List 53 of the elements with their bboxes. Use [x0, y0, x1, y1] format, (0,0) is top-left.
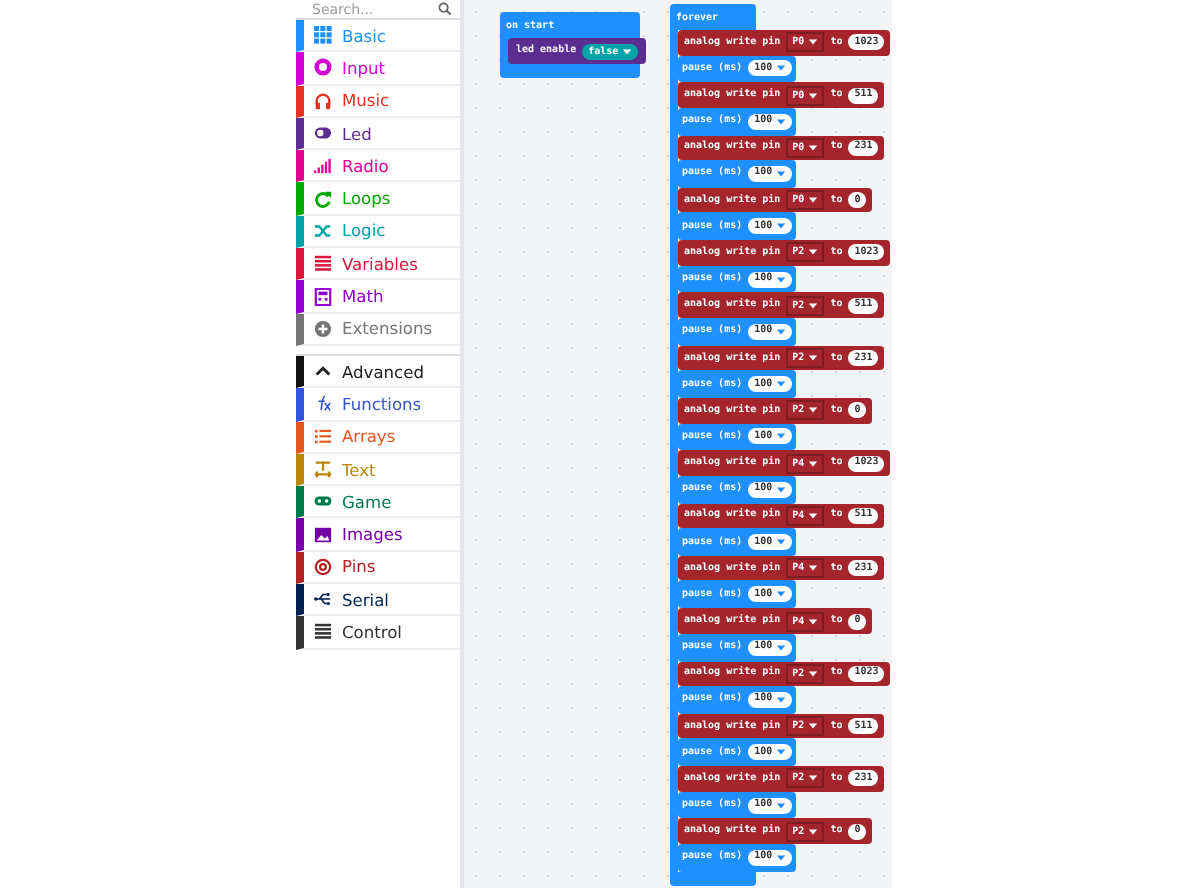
- usb-icon: [314, 590, 332, 609]
- dropdown-arrow-icon: [776, 275, 787, 284]
- lines-icon: [314, 622, 332, 641]
- toggle-icon: [314, 124, 332, 143]
- shuffle-icon: [314, 221, 332, 240]
- dropdown-arrow-icon: [808, 143, 819, 152]
- dropdown-arrow-icon: [776, 117, 787, 126]
- dropdown-arrow-icon: [808, 722, 819, 731]
- dropdown-arrow-icon: [808, 196, 819, 205]
- dropdown-arrow-icon: [776, 169, 787, 178]
- list-icon: [314, 427, 332, 446]
- dropdown-arrow-icon: [808, 827, 819, 836]
- dropdown-arrow-icon: [776, 485, 787, 494]
- signal-icon: [314, 156, 332, 175]
- dropdown-arrow-icon: [808, 669, 819, 678]
- dropdown-arrow-icon: [622, 47, 633, 55]
- dropdown-arrow-icon: [808, 406, 819, 415]
- dropdown-arrow-icon: [776, 695, 787, 704]
- dropdown-arrow-icon: [776, 327, 787, 336]
- dropdown-arrow-icon: [776, 853, 787, 862]
- circle-icon: [314, 58, 332, 77]
- target-icon: [314, 557, 332, 576]
- dropdown-arrow-icon: [776, 538, 787, 547]
- calculator-icon: [314, 287, 332, 306]
- dropdown-arrow-icon: [808, 91, 819, 100]
- dropdown-arrow-icon: [776, 643, 787, 652]
- dropdown-arrow-icon: [808, 354, 819, 363]
- search-icon: [438, 2, 452, 16]
- dropdown-arrow-icon: [776, 380, 787, 389]
- image-icon: [314, 525, 332, 544]
- function-icon: [314, 394, 332, 413]
- dropdown-arrow-icon: [776, 590, 787, 599]
- dropdown-arrow-icon: [808, 564, 819, 573]
- caret-icon: [314, 362, 332, 381]
- dropdown-arrow-icon: [808, 301, 819, 310]
- dropdown-arrow-icon: [808, 248, 819, 257]
- dropdown-arrow-icon: [776, 222, 787, 231]
- dropdown-arrow-icon: [776, 64, 787, 73]
- gamepad-icon: [314, 492, 332, 511]
- dropdown-arrow-icon: [808, 774, 819, 783]
- dropdown-arrow-icon: [808, 38, 819, 47]
- grid-icon: [314, 26, 332, 45]
- dropdown-arrow-icon: [808, 459, 819, 468]
- dropdown-arrow-icon: [808, 511, 819, 520]
- dropdown-arrow-icon: [776, 432, 787, 441]
- loop-icon: [314, 189, 332, 208]
- headphones-icon: [314, 91, 332, 110]
- dropdown-arrow-icon: [808, 617, 819, 626]
- text-icon: [314, 460, 332, 478]
- lines-icon: [314, 254, 332, 273]
- dropdown-arrow-icon: [776, 801, 787, 810]
- plus-circle-icon: [314, 319, 332, 338]
- dropdown-arrow-icon: [776, 748, 787, 757]
